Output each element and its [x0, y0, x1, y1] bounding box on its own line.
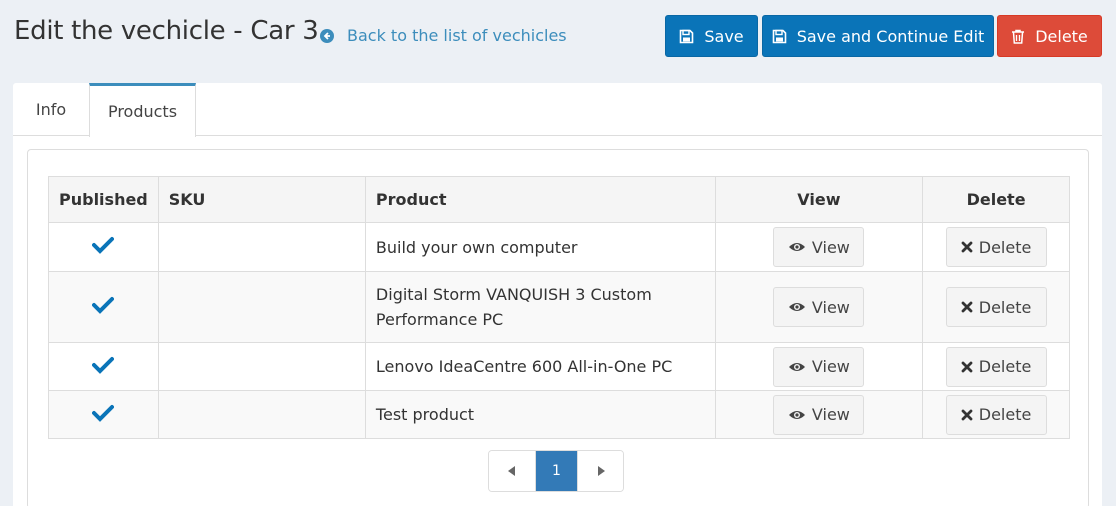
- tab-products[interactable]: Products: [89, 83, 196, 137]
- published-cell: [48, 342, 159, 391]
- column-header-product[interactable]: Product: [364, 176, 716, 223]
- checkmark-icon: [92, 237, 115, 254]
- save-and-continue-button[interactable]: Save and Continue Edit: [762, 15, 994, 57]
- next-page-button[interactable]: [577, 451, 623, 491]
- sku-cell: [157, 390, 366, 439]
- page-number-button[interactable]: 1: [535, 451, 577, 491]
- back-to-list-link[interactable]: Back to the list of vechicles: [320, 26, 567, 45]
- delete-button[interactable]: Delete: [997, 15, 1102, 57]
- prev-page-button[interactable]: [489, 451, 535, 491]
- table-row: Build your own computer View Delete: [48, 222, 1070, 272]
- eye-icon: [788, 362, 805, 371]
- table-row: Digital Storm VANQUISH 3 Custom Performa…: [48, 271, 1070, 343]
- published-cell: [48, 271, 159, 343]
- row-delete-button[interactable]: Delete: [945, 287, 1047, 327]
- eye-icon: [788, 243, 805, 251]
- tab-bar: Info Products: [13, 83, 1102, 137]
- page-header: Edit the vechicle - Car 3 Back to the li…: [0, 0, 1116, 70]
- product-cell: Test product: [364, 390, 716, 439]
- view-button-label: View: [811, 405, 850, 424]
- view-button[interactable]: View: [773, 227, 865, 267]
- floppy-disk-icon: [680, 29, 694, 43]
- published-cell: [48, 222, 159, 272]
- row-delete-label: Delete: [978, 297, 1032, 317]
- checkmark-icon: [92, 356, 115, 374]
- sku-cell: [157, 342, 366, 391]
- product-cell: Build your own computer: [364, 222, 716, 272]
- triangle-right-icon: [597, 466, 605, 476]
- edit-panel: Info Products Published SKU Product View…: [13, 83, 1102, 506]
- row-delete-button[interactable]: Delete: [945, 346, 1047, 387]
- delete-button-label: Delete: [1035, 26, 1088, 46]
- view-button[interactable]: View: [773, 287, 865, 327]
- sku-cell: [157, 222, 366, 272]
- floppy-disk-icon: [772, 29, 787, 43]
- x-icon: [961, 409, 973, 420]
- table-header-row: Published SKU Product View Delete: [48, 176, 1070, 223]
- view-button-label: View: [811, 357, 850, 376]
- eye-icon: [788, 303, 805, 311]
- arrow-circle-left-icon: [320, 28, 334, 43]
- save-button-label: Save: [704, 26, 744, 46]
- page-title: Edit the vechicle - Car 3: [14, 16, 319, 46]
- view-button-label: View: [811, 237, 850, 257]
- tab-info[interactable]: Info: [13, 83, 89, 136]
- view-button[interactable]: View: [773, 346, 865, 387]
- product-cell: Digital Storm VANQUISH 3 Custom Performa…: [364, 271, 716, 343]
- x-icon: [961, 301, 973, 313]
- column-header-published[interactable]: Published: [48, 176, 159, 223]
- checkmark-icon: [92, 404, 115, 422]
- eye-icon: [788, 410, 805, 419]
- products-box: Published SKU Product View Delete Build …: [27, 149, 1089, 506]
- view-button[interactable]: View: [773, 394, 865, 435]
- column-header-view: View: [714, 176, 924, 223]
- row-delete-button[interactable]: Delete: [945, 394, 1047, 435]
- table-row: Lenovo IdeaCentre 600 All-in-One PC View…: [48, 342, 1070, 391]
- products-table: Published SKU Product View Delete Build …: [48, 176, 1070, 439]
- view-button-label: View: [811, 297, 850, 317]
- row-delete-label: Delete: [978, 237, 1032, 257]
- column-header-delete: Delete: [922, 176, 1070, 223]
- triangle-left-icon: [508, 466, 515, 476]
- row-delete-button[interactable]: Delete: [945, 227, 1047, 267]
- sku-cell: [157, 271, 366, 343]
- x-icon: [961, 361, 973, 372]
- column-header-sku[interactable]: SKU: [157, 176, 366, 223]
- table-row: Test product View Delete: [48, 390, 1070, 439]
- row-delete-label: Delete: [978, 357, 1032, 376]
- save-button[interactable]: Save: [665, 15, 758, 57]
- trash-icon: [1012, 29, 1025, 44]
- product-cell: Lenovo IdeaCentre 600 All-in-One PC: [364, 342, 716, 391]
- pagination: 1: [488, 450, 624, 492]
- published-cell: [48, 390, 159, 439]
- checkmark-icon: [92, 297, 115, 314]
- save-and-continue-label: Save and Continue Edit: [796, 26, 985, 46]
- row-delete-label: Delete: [978, 405, 1032, 424]
- x-icon: [961, 241, 973, 253]
- back-link-label: Back to the list of vechicles: [347, 26, 567, 45]
